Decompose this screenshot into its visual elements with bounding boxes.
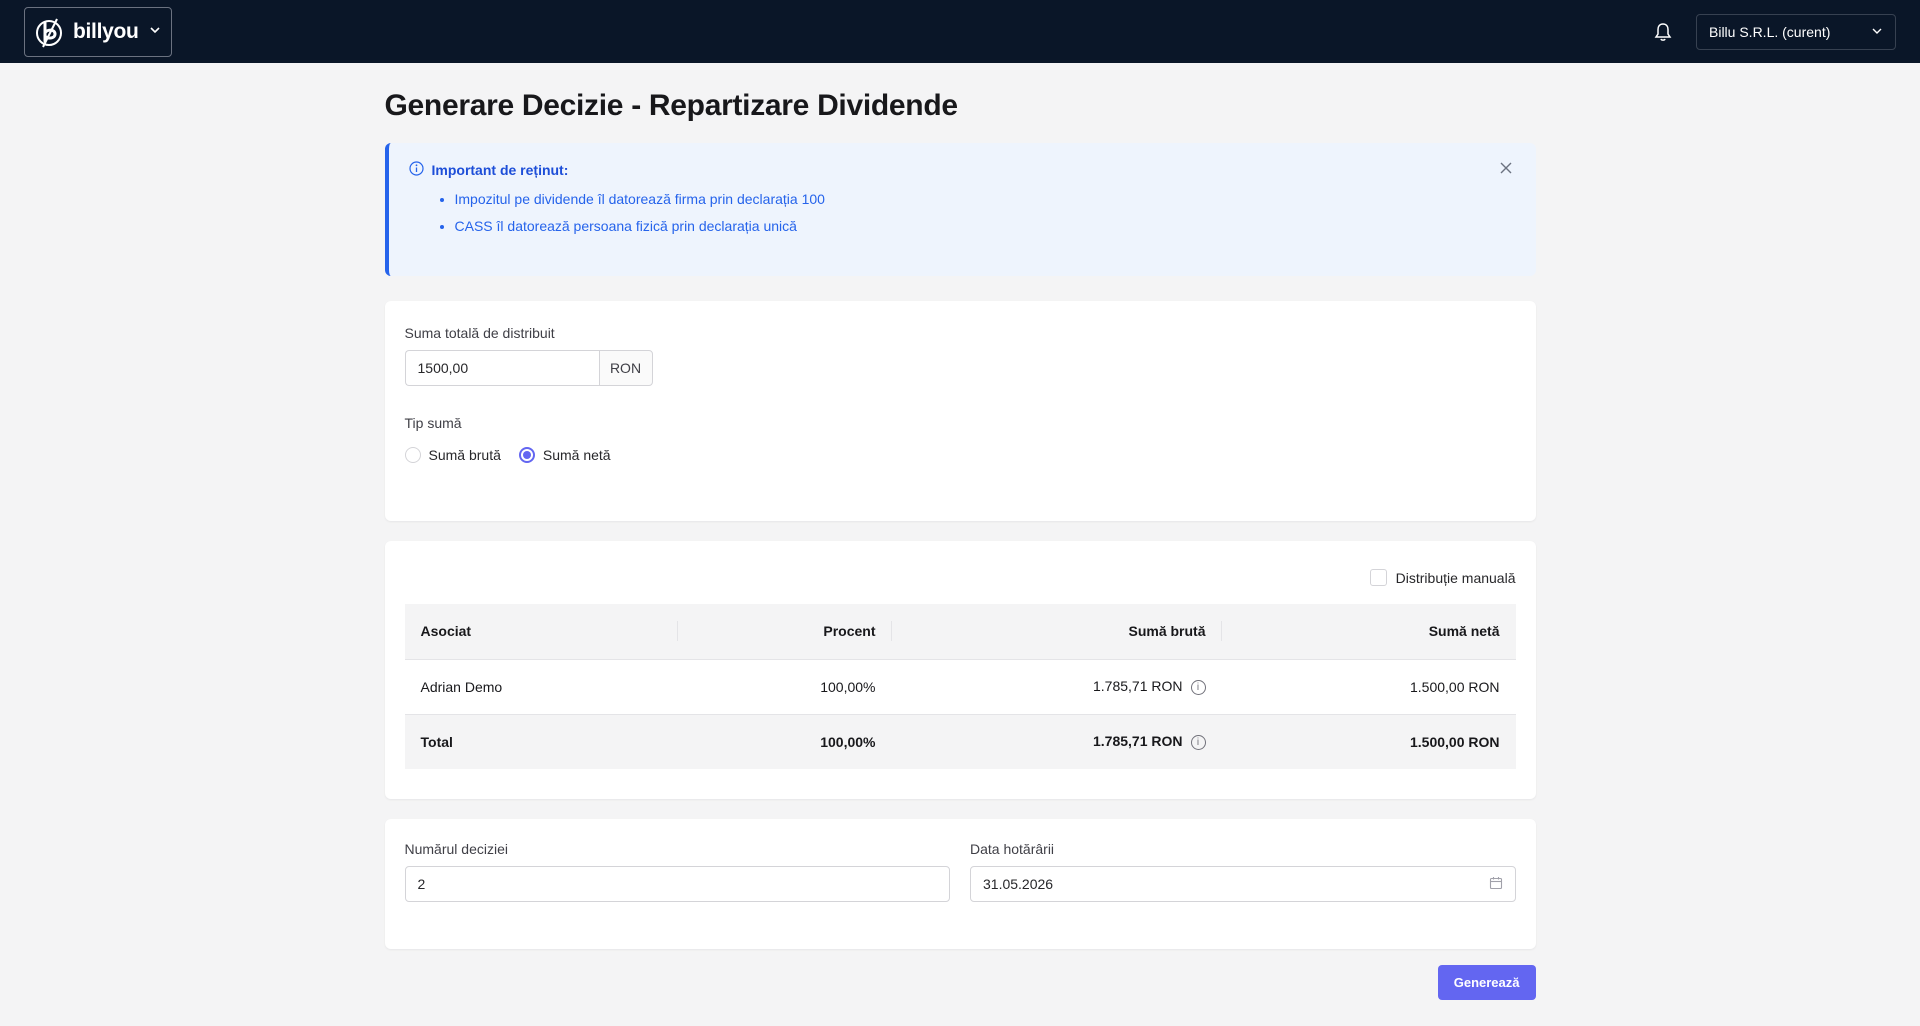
cell-percent: 100,00% bbox=[820, 678, 876, 695]
amount-type-radios: Sumă brută Sumă netă bbox=[404, 447, 1516, 463]
total-gross: 1.785,71 RON i bbox=[892, 714, 1222, 769]
cell-gross: 1.785,71 RON i bbox=[892, 659, 1222, 714]
distribution-table: Asociat Procent Sumă brută Sumă netă Adr… bbox=[404, 604, 1516, 769]
manual-distribution-checkbox[interactable] bbox=[1369, 569, 1387, 586]
total-net: 1.500,00 RON bbox=[1410, 733, 1500, 750]
calendar-icon[interactable] bbox=[1489, 876, 1503, 893]
column-header-gross: Sumă brută bbox=[892, 604, 1222, 659]
decision-date-value: 31.05.2026 bbox=[983, 876, 1054, 892]
column-header-percent: Procent bbox=[678, 604, 892, 659]
cell-net: 1.500,00 RON bbox=[1410, 678, 1500, 695]
decision-number-label: Numărul deciziei bbox=[404, 841, 508, 857]
radio-net[interactable]: Sumă netă bbox=[518, 447, 611, 463]
actions-bar: Generează bbox=[385, 965, 1536, 1000]
table-total-row: Total 100,00% 1.785,71 RON i 1.500,00 RON bbox=[404, 714, 1516, 769]
amount-input[interactable]: 1500,00 bbox=[404, 350, 599, 386]
decision-date-field: Data hotărârii 31.05.2026 bbox=[970, 841, 1516, 929]
amount-input-group: 1500,00 RON bbox=[404, 350, 653, 386]
top-bar: billyou Billu S.R.L. (curent) bbox=[0, 0, 1920, 63]
decision-number-field: Numărul deciziei 2 bbox=[404, 841, 950, 929]
distribution-card: Distribuție manuală Asociat Procent Sumă… bbox=[384, 541, 1536, 799]
alert-item: CASS îl datorează persoana fizică prin d… bbox=[455, 218, 1514, 234]
decision-date-label: Data hotărârii bbox=[970, 841, 1055, 857]
table-row: Adrian Demo 100,00% 1.785,71 RON i 1.500,… bbox=[404, 659, 1516, 714]
column-header-associate: Asociat bbox=[405, 604, 678, 659]
total-gross-value: 1.785,71 RON bbox=[1093, 733, 1183, 750]
total-label: Total bbox=[420, 733, 453, 750]
info-alert: Important de reținut: Impozitul pe divid… bbox=[384, 143, 1536, 276]
chevron-down-icon bbox=[149, 24, 161, 39]
radio-net-label: Sumă netă bbox=[542, 447, 611, 463]
radio-gross-label: Sumă brută bbox=[428, 447, 501, 463]
total-percent: 100,00% bbox=[820, 733, 876, 750]
radio-gross[interactable]: Sumă brută bbox=[404, 447, 501, 463]
company-select[interactable]: Billu S.R.L. (curent) bbox=[1696, 13, 1896, 50]
billyou-logo-icon bbox=[35, 15, 65, 49]
alert-item: Impozitul pe dividende îl datorează firm… bbox=[455, 191, 1514, 207]
radio-gross-dot[interactable] bbox=[404, 447, 421, 463]
main-content: Generare Decizie - Repartizare Dividende… bbox=[384, 63, 1536, 1000]
brand-name: billyou bbox=[73, 19, 139, 43]
alert-title: Important de reținut: bbox=[431, 162, 569, 178]
company-select-label: Billu S.R.L. (curent) bbox=[1709, 23, 1831, 40]
currency-addon: RON bbox=[598, 350, 653, 386]
radio-net-dot[interactable] bbox=[518, 447, 535, 463]
cell-gross-value: 1.785,71 RON bbox=[1093, 678, 1183, 695]
amount-card: Suma totală de distribuit 1500,00 RON Ti… bbox=[384, 301, 1536, 521]
info-icon[interactable]: i bbox=[1190, 735, 1206, 751]
cell-associate: Adrian Demo bbox=[420, 678, 503, 695]
table-header-row: Asociat Procent Sumă brută Sumă netă bbox=[404, 604, 1516, 659]
info-icon[interactable]: i bbox=[1190, 679, 1206, 695]
close-icon[interactable] bbox=[1500, 159, 1512, 177]
bell-icon[interactable] bbox=[1652, 21, 1674, 43]
brand-switcher[interactable]: billyou bbox=[24, 6, 172, 57]
amount-label: Suma totală de distribuit bbox=[404, 325, 555, 341]
decision-number-value: 2 bbox=[417, 876, 426, 892]
generate-button[interactable]: Generează bbox=[1437, 965, 1536, 1000]
decision-number-input[interactable]: 2 bbox=[404, 866, 950, 902]
manual-distribution-label: Distribuție manuală bbox=[1395, 569, 1516, 586]
decision-card: Numărul deciziei 2 Data hotărârii 31.05.… bbox=[384, 819, 1536, 949]
info-icon bbox=[408, 161, 424, 179]
chevron-down-icon bbox=[1871, 24, 1883, 40]
decision-date-input[interactable]: 31.05.2026 bbox=[970, 866, 1516, 902]
alert-list: Impozitul pe dividende îl datorează firm… bbox=[409, 191, 1514, 234]
page-title: Generare Decizie - Repartizare Dividende bbox=[384, 89, 959, 122]
manual-distribution-toggle[interactable]: Distribuție manuală bbox=[405, 569, 1516, 586]
column-header-net: Sumă netă bbox=[1428, 623, 1500, 640]
amount-type-label: Tip sumă bbox=[404, 415, 462, 431]
